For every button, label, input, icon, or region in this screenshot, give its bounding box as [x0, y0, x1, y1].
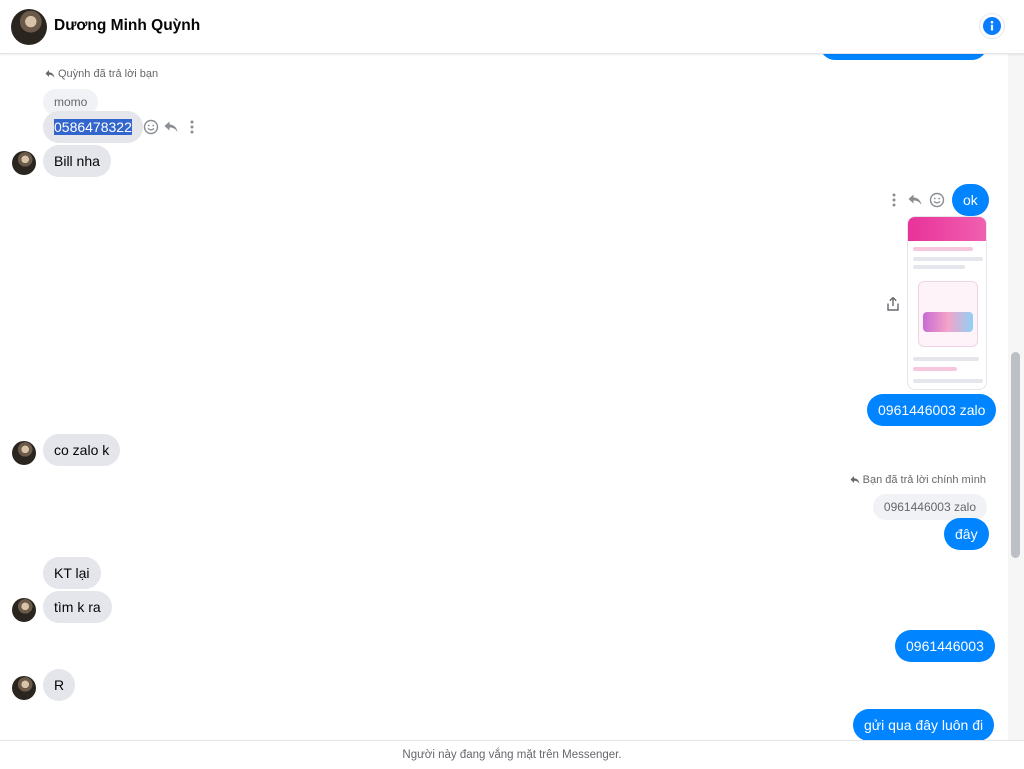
contact-avatar[interactable] — [11, 9, 47, 45]
message-bubble[interactable]: tìm k ra — [43, 591, 112, 623]
selected-text[interactable]: 0586478322 — [54, 119, 132, 135]
attachment-header-graphic — [908, 217, 986, 241]
attachment-card — [918, 281, 978, 347]
message-bubble[interactable]: ok — [952, 184, 989, 216]
image-attachment[interactable] — [907, 216, 987, 390]
reply-icon[interactable] — [907, 192, 923, 208]
reply-indicator-text: Quỳnh đã trả lời bạn — [58, 68, 159, 80]
scrollbar[interactable] — [1008, 54, 1024, 740]
more-options-icon[interactable] — [886, 192, 902, 208]
message-bubble[interactable]: Bill nha — [43, 145, 111, 177]
message-list[interactable]: Quỳnh đã trả lời bạn momo 0586478322 Bil… — [0, 54, 1008, 740]
react-emoji-icon[interactable] — [143, 119, 159, 135]
message-bubble[interactable]: 0961446003 zalo — [867, 394, 997, 426]
message-bubble[interactable]: đây — [944, 518, 989, 550]
message-bubble[interactable]: 0961446003 — [895, 630, 995, 662]
messenger-window: Dương Minh Quỳnh Quỳnh đã trả lời bạn mo… — [0, 0, 1024, 769]
presence-status: Người này đang vắng mặt trên Messenger. — [0, 740, 1024, 769]
reply-arrow-icon — [45, 70, 55, 78]
reply-indicator: Quỳnh đã trả lời bạn — [45, 68, 158, 80]
share-icon[interactable] — [885, 296, 901, 312]
conversation-header: Dương Minh Quỳnh — [0, 0, 1024, 54]
message-bubble-partial[interactable] — [820, 54, 987, 60]
quoted-message[interactable]: 0961446003 zalo — [872, 494, 987, 520]
more-options-icon[interactable] — [184, 119, 200, 135]
info-glyph-icon — [990, 20, 994, 31]
message-bubble[interactable]: R — [43, 669, 76, 701]
message-bubble-phone[interactable]: 0586478322 — [43, 111, 143, 143]
react-emoji-icon[interactable] — [929, 192, 945, 208]
reply-icon[interactable] — [163, 119, 179, 135]
message-bubble[interactable]: co zalo k — [43, 434, 121, 466]
info-button[interactable] — [980, 14, 1004, 38]
contact-avatar[interactable] — [12, 151, 36, 175]
contact-avatar[interactable] — [12, 676, 36, 700]
reply-arrow-icon — [850, 476, 860, 484]
message-bubble[interactable]: KT lại — [43, 557, 101, 589]
scrollbar-thumb[interactable] — [1011, 352, 1020, 558]
message-bubble[interactable]: gửi qua đây luôn đi — [853, 709, 995, 740]
contact-avatar[interactable] — [12, 441, 36, 465]
reply-indicator: Bạn đã trả lời chính mình — [850, 474, 986, 486]
contact-avatar[interactable] — [12, 598, 36, 622]
contact-name[interactable]: Dương Minh Quỳnh — [54, 17, 200, 35]
reply-indicator-text: Bạn đã trả lời chính mình — [862, 474, 986, 486]
